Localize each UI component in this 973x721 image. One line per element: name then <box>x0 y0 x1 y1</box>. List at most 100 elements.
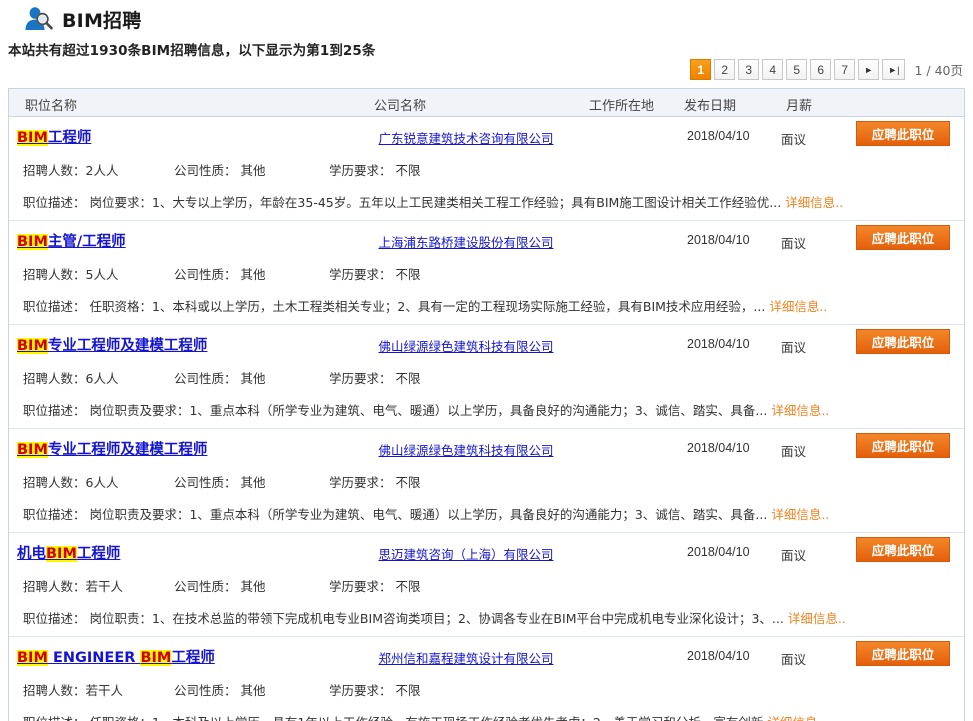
job-description: 职位描述： 岗位职责及要求：1、重点本科（所学专业为建筑、电气、暖通）以上学历，… <box>23 504 829 523</box>
job-description: 职位描述： 任职资格：1、本科或以上学历，土木工程类相关专业；2、具有一定的工程… <box>23 296 827 315</box>
job-headcount: 招聘人数：6人人 <box>23 472 118 491</box>
job-row-meta: 招聘人数：5人人 公司性质： 其他 学历要求： 不限 <box>9 257 964 289</box>
apply-button[interactable]: 应聘此职位 <box>856 641 950 666</box>
job-headcount: 招聘人数：若干人 <box>23 576 123 595</box>
details-link[interactable]: 详细信息.. <box>767 715 825 721</box>
job-description: 职位描述： 任职资格：1、本科及以上学历，具有1年以上工作经验，有施工现场工作经… <box>23 712 825 721</box>
job-post-date: 2018/04/10 <box>687 337 750 351</box>
job-post-date: 2018/04/10 <box>687 441 750 455</box>
table-header: 职位名称 公司名称 工作所在地 发布日期 月薪 <box>9 89 964 117</box>
job-title-link[interactable]: BIM工程师 <box>17 126 91 147</box>
page-button-3[interactable]: 3 <box>738 59 759 80</box>
job-description: 职位描述： 岗位职责：1、在技术总监的带领下完成机电专业BIM咨询类项目；2、协… <box>23 608 846 627</box>
result-summary: 本站共有超过1930条BIM招聘信息，以下显示为第1到25条 <box>0 36 973 59</box>
job-title-link[interactable]: 机电BIM工程师 <box>17 542 120 563</box>
page-button-2[interactable]: 2 <box>714 59 735 80</box>
job-salary: 面议 <box>781 441 806 460</box>
page-button-4[interactable]: 4 <box>762 59 783 80</box>
page-button-6[interactable]: 6 <box>810 59 831 80</box>
details-link[interactable]: 详细信息.. <box>785 195 843 210</box>
next-page-icon[interactable]: ► <box>858 59 879 80</box>
table-row: BIM专业工程师及建模工程师佛山绿源绿色建筑科技有限公司2018/04/10面议… <box>9 325 964 429</box>
page-button-1[interactable]: 1 <box>690 59 711 80</box>
column-header-location: 工作所在地 <box>589 95 654 114</box>
job-table: 职位名称 公司名称 工作所在地 发布日期 月薪 BIM工程师广东锐意建筑技术咨询… <box>8 88 965 721</box>
job-row-description: 职位描述： 任职资格：1、本科或以上学历，土木工程类相关专业；2、具有一定的工程… <box>9 289 964 323</box>
last-page-icon[interactable]: ►| <box>882 59 905 80</box>
job-title-keyword: BIM <box>17 442 48 458</box>
page-title: BIM招聘 <box>62 6 141 33</box>
apply-button[interactable]: 应聘此职位 <box>856 225 950 250</box>
job-headcount: 招聘人数：5人人 <box>23 264 118 283</box>
details-link[interactable]: 详细信息.. <box>771 507 829 522</box>
page-button-7[interactable]: 7 <box>834 59 855 80</box>
company-link[interactable]: 思迈建筑咨询（上海）有限公司 <box>366 544 566 563</box>
company-link[interactable]: 佛山绿源绿色建筑科技有限公司 <box>366 336 566 355</box>
education-requirement: 学历要求： 不限 <box>329 160 420 179</box>
education-requirement: 学历要求： 不限 <box>329 368 420 387</box>
company-nature: 公司性质： 其他 <box>174 472 265 491</box>
job-post-date: 2018/04/10 <box>687 129 750 143</box>
job-post-date: 2018/04/10 <box>687 649 750 663</box>
job-title-keyword: BIM <box>17 650 48 666</box>
company-link[interactable]: 广东锐意建筑技术咨询有限公司 <box>366 128 566 147</box>
job-title-prefix: 机电 <box>17 546 46 562</box>
column-header-salary: 月薪 <box>786 95 812 114</box>
company-nature: 公司性质： 其他 <box>174 576 265 595</box>
job-description: 职位描述： 岗位职责及要求：1、重点本科（所学专业为建筑、电气、暖通）以上学历，… <box>23 400 829 419</box>
education-requirement: 学历要求： 不限 <box>329 576 420 595</box>
job-title-suffix: 工程师 <box>171 650 215 666</box>
job-row-meta: 招聘人数：2人人公司性质： 其他学历要求： 不限 <box>9 153 964 185</box>
job-row-description: 职位描述： 任职资格：1、本科及以上学历，具有1年以上工作经验，有施工现场工作经… <box>9 705 964 721</box>
apply-button[interactable]: 应聘此职位 <box>856 329 950 354</box>
job-row-primary: 机电BIM工程师思迈建筑咨询（上海）有限公司2018/04/10面议应聘此职位 <box>9 533 964 569</box>
job-title-link[interactable]: BIM专业工程师及建模工程师 <box>17 334 207 355</box>
job-title-middle: ENGINEER <box>48 650 141 666</box>
job-title-link[interactable]: BIM主管/工程师 <box>17 230 126 251</box>
job-row-description: 职位描述： 岗位要求：1、大专以上学历，年龄在35-45岁。五年以上工民建类相关… <box>9 185 964 219</box>
job-title-link[interactable]: BIM ENGINEER BIM工程师 <box>17 646 215 667</box>
pagination: 1 2 3 4 5 6 7 ► ►| 1 / 40页 <box>690 59 963 80</box>
company-link[interactable]: 郑州信和嘉程建筑设计有限公司 <box>366 648 566 667</box>
job-title-suffix: 专业工程师及建模工程师 <box>48 442 208 458</box>
job-title-keyword: BIM <box>17 338 48 354</box>
company-link[interactable]: 佛山绿源绿色建筑科技有限公司 <box>366 440 566 459</box>
job-title-keyword-2: BIM <box>140 650 171 666</box>
company-nature: 公司性质： 其他 <box>174 368 265 387</box>
job-row-primary: BIM主管/工程师 上海浦东路桥建设股份有限公司 2018/04/10 面议 应聘此职位 <box>9 221 964 257</box>
job-listing-page: BIM招聘 本站共有超过1930条BIM招聘信息，以下显示为第1到25条 1 2… <box>0 0 973 721</box>
job-row-primary: BIM ENGINEER BIM工程师郑州信和嘉程建筑设计有限公司2018/04… <box>9 637 964 673</box>
table-row: BIM专业工程师及建模工程师 佛山绿源绿色建筑科技有限公司 2018/04/10 面议… <box>9 429 964 533</box>
table-row: BIM主管/工程师 上海浦东路桥建设股份有限公司 2018/04/10 面议 应聘此职位… <box>9 221 964 325</box>
apply-button[interactable]: 应聘此职位 <box>856 537 950 562</box>
column-header-company: 公司名称 <box>374 95 426 114</box>
company-link[interactable]: 上海浦东路桥建设股份有限公司 <box>366 232 566 251</box>
job-row-description: 职位描述： 岗位职责及要求：1、重点本科（所学专业为建筑、电气、暖通）以上学历，… <box>9 497 964 531</box>
education-requirement: 学历要求： 不限 <box>329 264 420 283</box>
job-title-link[interactable]: BIM专业工程师及建模工程师 <box>17 438 207 459</box>
job-salary: 面议 <box>781 233 806 252</box>
job-row-meta: 招聘人数：6人人公司性质： 其他学历要求： 不限 <box>9 361 964 393</box>
job-headcount: 招聘人数：2人人 <box>23 160 118 179</box>
education-requirement: 学历要求： 不限 <box>329 472 420 491</box>
details-link[interactable]: 详细信息.. <box>771 403 829 418</box>
apply-button[interactable]: 应聘此职位 <box>856 121 950 146</box>
job-row-meta: 招聘人数：若干人 公司性质： 其他 学历要求： 不限 <box>9 569 964 601</box>
job-row-description: 职位描述： 岗位职责及要求：1、重点本科（所学专业为建筑、电气、暖通）以上学历，… <box>9 393 964 427</box>
job-salary: 面议 <box>781 649 806 668</box>
education-requirement: 学历要求： 不限 <box>329 680 420 699</box>
table-row: BIM ENGINEER BIM工程师郑州信和嘉程建筑设计有限公司2018/04… <box>9 637 964 721</box>
details-link[interactable]: 详细信息.. <box>788 611 846 626</box>
job-salary: 面议 <box>781 129 806 148</box>
job-description: 职位描述： 岗位要求：1、大专以上学历，年龄在35-45岁。五年以上工民建类相关… <box>23 192 843 211</box>
page-button-5[interactable]: 5 <box>786 59 807 80</box>
company-nature: 公司性质： 其他 <box>174 680 265 699</box>
company-nature: 公司性质： 其他 <box>174 264 265 283</box>
job-headcount: 招聘人数：若干人 <box>23 680 123 699</box>
details-link[interactable]: 详细信息.. <box>769 299 827 314</box>
job-post-date: 2018/04/10 <box>687 233 750 247</box>
table-row: BIM工程师 广东锐意建筑技术咨询有限公司 2018/04/10 面议 应聘此职位招聘人… <box>9 117 964 221</box>
page-indicator: 1 / 40页 <box>914 60 963 79</box>
apply-button[interactable]: 应聘此职位 <box>856 433 950 458</box>
person-search-icon <box>22 3 56 35</box>
